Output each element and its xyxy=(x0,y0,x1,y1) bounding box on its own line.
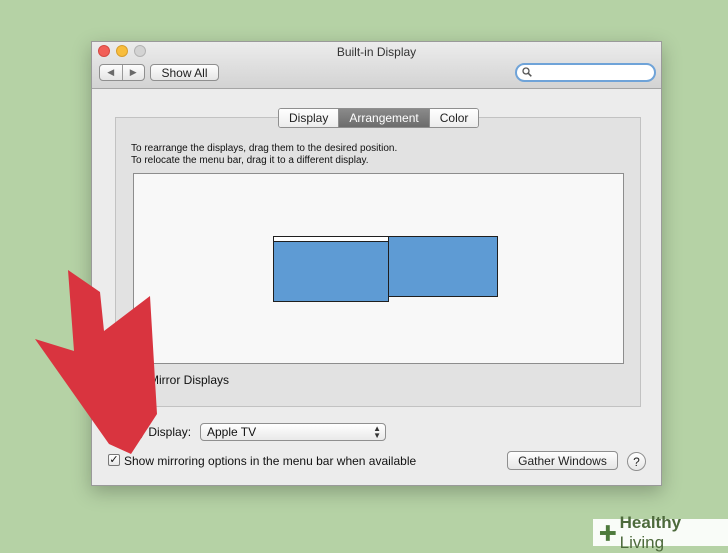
tab-display[interactable]: Display xyxy=(279,109,339,127)
show-mirroring-checkbox[interactable]: ✓ xyxy=(108,454,120,466)
arrangement-instruction-2: To relocate the menu bar, drag it to a d… xyxy=(131,155,369,166)
watermark-regular: Living xyxy=(619,532,665,552)
display-arrangement-canvas xyxy=(133,173,624,364)
airplay-display-select[interactable]: Apple TV ▲ ▼ xyxy=(200,423,386,441)
show-all-button[interactable]: Show All xyxy=(150,64,219,81)
watermark: Healthy Living xyxy=(593,513,728,552)
search-icon xyxy=(522,67,532,77)
gather-windows-button[interactable]: Gather Windows xyxy=(507,451,618,470)
title-bar: Built-in Display ◀ ▶ Show All xyxy=(92,42,661,89)
show-mirroring-label: Show mirroring options in the menu bar w… xyxy=(124,454,417,468)
select-arrows-icon: ▲ ▼ xyxy=(373,424,381,440)
tab-arrangement[interactable]: Arrangement xyxy=(338,109,429,127)
arrangement-instruction-1: To rearrange the displays, drag them to … xyxy=(131,143,398,154)
watermark-bold: Healthy xyxy=(619,512,682,532)
menu-bar-indicator[interactable] xyxy=(274,237,388,242)
window-title: Built-in Display xyxy=(336,45,417,59)
mirror-displays-label: Mirror Displays xyxy=(149,373,230,387)
airplay-display-value: Apple TV xyxy=(207,425,257,439)
forward-button[interactable]: ▶ xyxy=(121,65,145,80)
preference-tabs: Display Arrangement Color xyxy=(278,108,480,128)
back-button[interactable]: ◀ xyxy=(100,65,122,80)
system-preferences-window: Built-in Display ◀ ▶ Show All Display Ar… xyxy=(91,41,662,486)
tab-color[interactable]: Color xyxy=(428,109,479,127)
search-field[interactable] xyxy=(515,63,656,82)
mirror-displays-checkbox[interactable] xyxy=(134,373,146,385)
airplay-display-label: AirPlay Display: xyxy=(107,425,192,439)
plus-leaf-icon xyxy=(599,524,616,541)
back-forward-control: ◀ ▶ xyxy=(99,64,145,81)
help-button[interactable]: ? xyxy=(627,452,646,471)
primary-display[interactable] xyxy=(273,236,389,302)
watermark-text: Healthy Living xyxy=(620,513,728,553)
secondary-display[interactable] xyxy=(388,236,498,297)
